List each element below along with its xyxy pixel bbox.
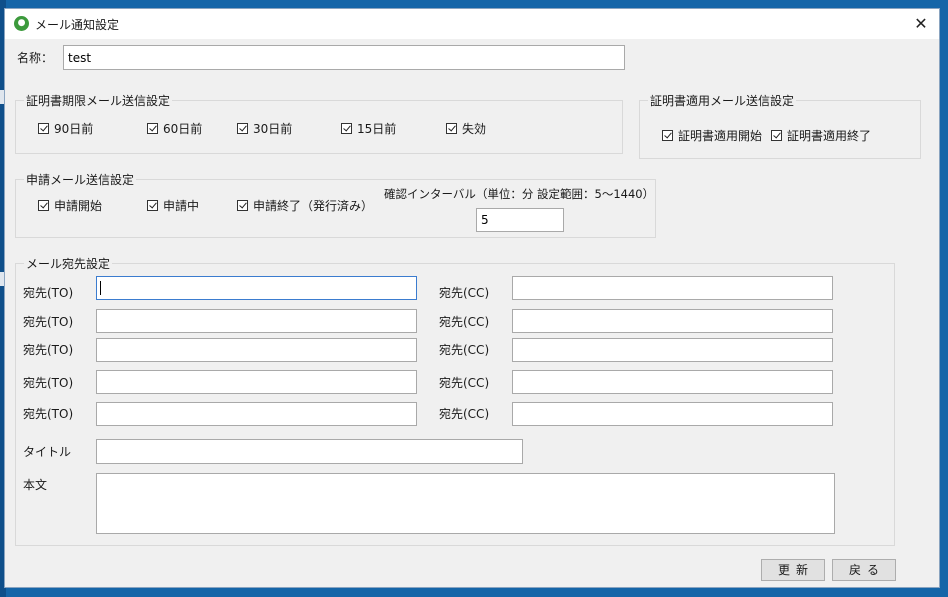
cc-label-4: 宛先(CC) <box>439 376 490 390</box>
mail-title-input[interactable] <box>96 439 523 464</box>
cert-apply-group: 証明書適用メール送信設定 証明書適用開始 証明書適用終了 <box>639 92 921 159</box>
checkbox-check-icon[interactable] <box>446 123 457 134</box>
to-input-4[interactable] <box>96 370 417 394</box>
cc-label-1: 宛先(CC) <box>439 286 490 300</box>
cc-label-5: 宛先(CC) <box>439 407 490 421</box>
to-label-3: 宛先(TO) <box>23 343 74 357</box>
title-bar: ● メール通知設定 ✕ <box>5 9 939 39</box>
mail-body-textarea[interactable] <box>96 473 835 534</box>
cc-label-3: 宛先(CC) <box>439 343 490 357</box>
checkbox-applying[interactable]: 申請中 <box>147 197 199 214</box>
to-label-4: 宛先(TO) <box>23 376 74 390</box>
checkbox-label: 90日前 <box>54 122 94 136</box>
cc-label-2: 宛先(CC) <box>439 315 490 329</box>
to-input-2[interactable] <box>96 309 417 333</box>
checkbox-15days[interactable]: 15日前 <box>341 120 396 137</box>
checkbox-label: 申請中 <box>163 199 200 213</box>
checkbox-cert-apply-end[interactable]: 証明書適用終了 <box>771 127 871 144</box>
cert-expiry-group-title: 証明書期限メール送信設定 <box>24 92 173 109</box>
checkbox-check-icon[interactable] <box>147 200 158 211</box>
checkbox-check-icon[interactable] <box>662 130 673 141</box>
to-label-5: 宛先(TO) <box>23 407 74 421</box>
checkbox-check-icon[interactable] <box>147 123 158 134</box>
checkbox-label: 30日前 <box>253 122 293 136</box>
window-title: メール通知設定 <box>35 18 120 32</box>
checkbox-90days[interactable]: 90日前 <box>38 120 93 137</box>
to-label-1: 宛先(TO) <box>23 286 74 300</box>
checkbox-label: 失効 <box>462 122 487 136</box>
update-button[interactable]: 更新 <box>761 559 825 581</box>
checkbox-check-icon[interactable] <box>237 200 248 211</box>
close-icon[interactable]: ✕ <box>911 14 931 34</box>
mail-title-label: タイトル <box>23 445 72 459</box>
name-label: 名称： <box>17 51 54 65</box>
to-input-1[interactable] <box>96 276 417 300</box>
checkbox-label: 申請終了（発行済み） <box>253 199 374 213</box>
cc-input-2[interactable] <box>512 309 833 333</box>
checkbox-apply-start[interactable]: 申請開始 <box>38 197 102 214</box>
checkbox-label: 申請開始 <box>54 199 103 213</box>
cert-apply-group-title: 証明書適用メール送信設定 <box>648 92 797 109</box>
checkbox-label: 証明書適用終了 <box>787 129 872 143</box>
cc-input-1[interactable] <box>512 276 833 300</box>
mail-settings-dialog: ● メール通知設定 ✕ 名称： 証明書期限メール送信設定 90日前 60日前 3… <box>4 8 940 588</box>
checkbox-expired[interactable]: 失効 <box>446 120 486 137</box>
to-input-3[interactable] <box>96 338 417 362</box>
checkbox-label: 60日前 <box>163 122 203 136</box>
cc-input-4[interactable] <box>512 370 833 394</box>
checkbox-apply-end[interactable]: 申請終了（発行済み） <box>237 197 373 214</box>
mail-body-label: 本文 <box>23 478 48 492</box>
cc-input-3[interactable] <box>512 338 833 362</box>
text-caret <box>100 281 101 295</box>
interval-label: 確認インターバル（単位：分 設定範囲：5〜1440） <box>384 187 655 201</box>
cert-expiry-group: 証明書期限メール送信設定 90日前 60日前 30日前 15日前 失効 <box>15 92 623 154</box>
recipients-group-title: メール宛先設定 <box>24 255 113 272</box>
to-input-5[interactable] <box>96 402 417 426</box>
checkbox-check-icon[interactable] <box>771 130 782 141</box>
checkbox-check-icon[interactable] <box>237 123 248 134</box>
checkbox-label: 証明書適用開始 <box>678 129 763 143</box>
checkbox-check-icon[interactable] <box>38 200 49 211</box>
apply-mail-group-title: 申請メール送信設定 <box>24 171 137 188</box>
to-label-2: 宛先(TO) <box>23 315 74 329</box>
name-input[interactable] <box>63 45 625 70</box>
checkbox-check-icon[interactable] <box>38 123 49 134</box>
back-button[interactable]: 戻る <box>832 559 896 581</box>
app-icon: ● <box>14 16 29 31</box>
checkbox-30days[interactable]: 30日前 <box>237 120 292 137</box>
checkbox-cert-apply-start[interactable]: 証明書適用開始 <box>662 127 762 144</box>
checkbox-label: 15日前 <box>357 122 397 136</box>
cc-input-5[interactable] <box>512 402 833 426</box>
interval-input[interactable] <box>476 208 564 232</box>
checkbox-check-icon[interactable] <box>341 123 352 134</box>
checkbox-60days[interactable]: 60日前 <box>147 120 202 137</box>
